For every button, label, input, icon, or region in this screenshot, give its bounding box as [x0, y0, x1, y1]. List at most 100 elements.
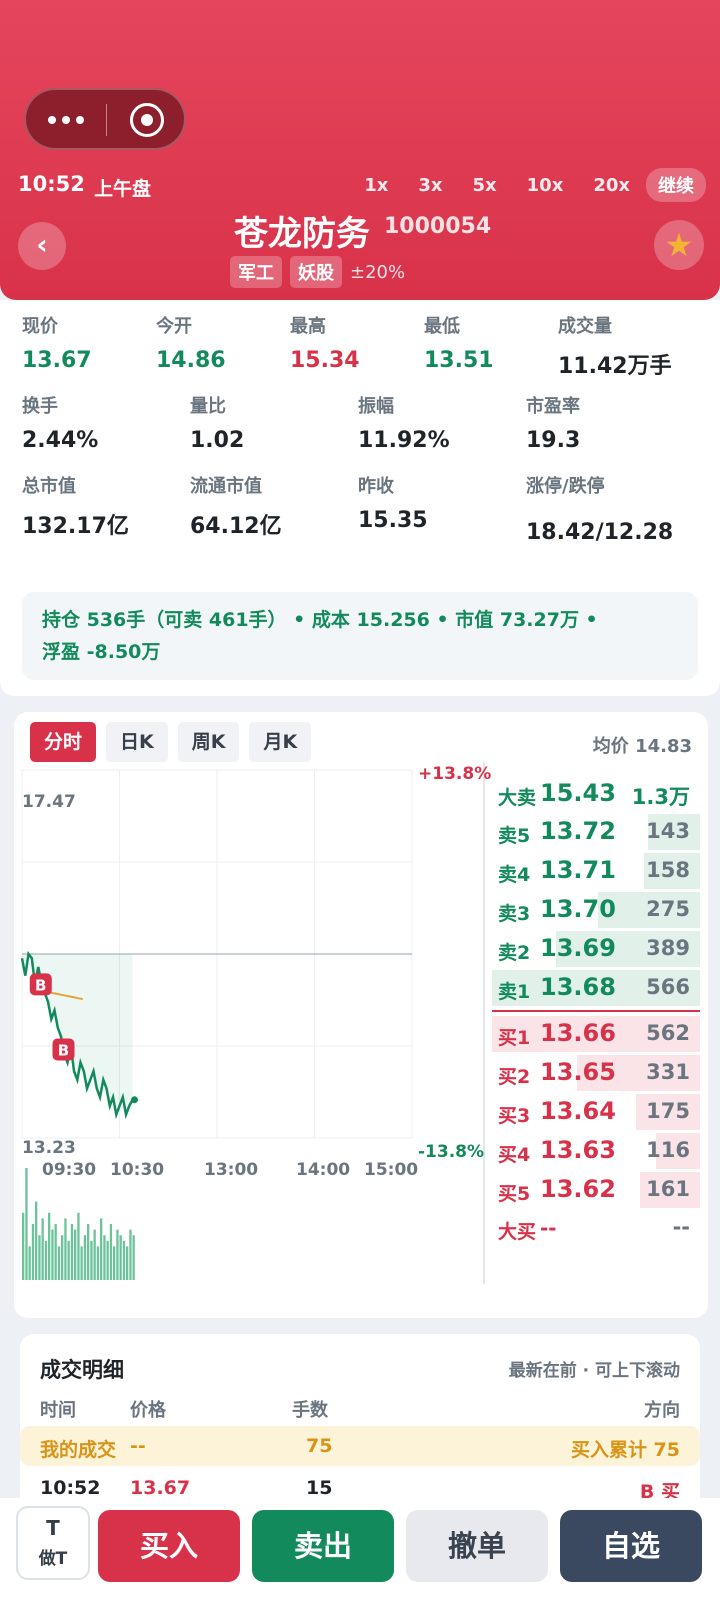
buy-3-row[interactable]: 买3 13.64 175: [492, 1094, 700, 1130]
volume-bar: [22, 1212, 25, 1280]
do-t-button[interactable]: T 做T: [16, 1506, 90, 1580]
sell-button[interactable]: 卖出: [252, 1510, 394, 1582]
quote-float-cap: 流通市值 64.12亿: [190, 476, 282, 539]
volume-bar: [77, 1212, 80, 1280]
col-direction: 方向: [644, 1400, 680, 1421]
volume-bar: [106, 1240, 109, 1280]
volume-bar: [87, 1224, 90, 1280]
speed-20x[interactable]: 20x: [593, 175, 630, 196]
quote-turnover: 换手 2.44%: [22, 396, 99, 453]
quote-volume-ratio: 量比 1.02: [190, 396, 245, 453]
sell-1-row[interactable]: 卖1 13.68 566: [492, 970, 700, 1006]
volume-bar: [35, 1201, 38, 1280]
star-icon[interactable]: ★: [654, 220, 704, 270]
buy-4-row[interactable]: 买4 13.63 116: [492, 1133, 700, 1169]
x-tick-0930: 09:30: [42, 1160, 97, 1180]
top-sell-row: 大卖 15.43 1.3万: [498, 779, 690, 809]
quote-open: 今开 14.86: [156, 316, 226, 373]
book-divider: [492, 1010, 700, 1012]
my-trades-row: 我的成交 -- 75 买入累计 75: [20, 1426, 700, 1466]
col-volume: 手数: [292, 1400, 328, 1421]
quote-limit-up-down: 涨停/跌停 18.42/12.28: [526, 476, 674, 545]
volume-bar: [70, 1224, 74, 1280]
col-price: 价格: [130, 1400, 166, 1421]
volume-bar: [31, 1224, 35, 1280]
volume-bar: [25, 1168, 28, 1280]
volume-bar: [51, 1229, 54, 1280]
speed-5x[interactable]: 5x: [473, 175, 497, 196]
volume-bar: [96, 1246, 100, 1280]
buy-marker-label-2: B: [58, 1041, 69, 1059]
buy-button[interactable]: 买入: [98, 1510, 240, 1582]
quote-low: 最低 13.51: [424, 316, 494, 373]
volume-bar: [67, 1240, 70, 1280]
position-line-1: 持仓 536手（可卖 461手） • 成本 15.256 • 市值 73.27万…: [42, 609, 598, 631]
sell-3-row[interactable]: 卖3 13.70 275: [492, 892, 700, 928]
quote-prev-close: 昨收 15.35: [358, 476, 428, 533]
buy-1-row[interactable]: 买1 13.66 562: [492, 1016, 700, 1052]
top-buy-row: 大买 -- --: [498, 1215, 690, 1243]
sim-time: 10:52: [18, 172, 85, 196]
pct-axis-min: -13.8%: [418, 1142, 485, 1162]
volume-bar: [38, 1235, 41, 1280]
volume-bar: [74, 1229, 77, 1280]
quote-high: 最高 15.34: [290, 316, 360, 373]
pct-axis-max: +13.8%: [418, 764, 492, 784]
volume-bar: [93, 1229, 96, 1280]
cancel-order-button[interactable]: 撤单: [406, 1510, 548, 1582]
trading-session: 上午盘: [94, 178, 152, 200]
trades-title: 成交明细: [40, 1358, 124, 1382]
volume-bar: [90, 1240, 93, 1280]
sell-4-row[interactable]: 卖4 13.71 158: [492, 853, 700, 889]
mini-program-capsule: [24, 88, 186, 150]
quote-current: 现价 13.67: [22, 316, 92, 373]
capsule-divider: [106, 104, 107, 136]
col-time: 时间: [40, 1400, 76, 1421]
speed-controls: 1x 3x 5x 10x 20x 继续: [334, 168, 706, 202]
volume-bar: [83, 1235, 87, 1280]
y-axis-max: 17.47: [22, 792, 76, 812]
quote-amplitude: 振幅 11.92%: [358, 396, 450, 453]
x-tick-1300: 13:00: [204, 1160, 259, 1180]
volume-bar: [116, 1229, 119, 1280]
x-tick-1400: 14:00: [296, 1160, 351, 1180]
volume-bar: [103, 1235, 106, 1280]
volume-bar: [48, 1212, 51, 1280]
sell-2-row[interactable]: 卖2 13.69 389: [492, 931, 700, 967]
position-summary: 持仓 536手（可卖 461手） • 成本 15.256 • 市值 73.27万…: [22, 592, 698, 680]
volume-bar: [122, 1240, 126, 1280]
tag-military: 军工: [230, 256, 282, 288]
price-limit: ±20%: [350, 261, 406, 283]
watchlist-button[interactable]: 自选: [560, 1510, 702, 1582]
more-icon[interactable]: [48, 108, 88, 132]
speed-3x[interactable]: 3x: [418, 175, 442, 196]
stock-name: 苍龙防务: [234, 214, 370, 254]
x-tick-1500: 15:00: [364, 1160, 419, 1180]
buy-marker-label-1: B: [35, 976, 46, 994]
action-bar: T 做T 买入 卖出 撤单 自选: [0, 1498, 720, 1600]
continue-button[interactable]: 继续: [646, 168, 706, 202]
buy-5-row[interactable]: 买5 13.62 161: [492, 1172, 700, 1208]
volume-bar: [41, 1218, 44, 1280]
back-icon[interactable]: ‹: [18, 222, 66, 270]
x-tick-1030: 10:30: [110, 1160, 165, 1180]
volume-bar: [113, 1246, 116, 1280]
volume-bar: [44, 1240, 48, 1280]
position-line-2: 浮盈 -8.50万: [42, 641, 161, 663]
sell-5-row[interactable]: 卖5 13.72 143: [492, 814, 700, 850]
volume-bar: [80, 1246, 83, 1280]
quote-pe: 市盈率 19.3: [526, 396, 581, 453]
quote-volume: 成交量 11.42万手: [558, 316, 672, 379]
volume-bar: [61, 1235, 64, 1280]
intraday-chart[interactable]: BB: [14, 712, 492, 1318]
average-price: 均价 14.83: [592, 736, 692, 757]
volume-bar: [28, 1246, 31, 1280]
last-price-dot: [131, 1096, 138, 1104]
volume-bar: [119, 1235, 122, 1280]
quote-market-cap: 总市值 132.17亿: [22, 476, 129, 539]
close-target-icon[interactable]: [130, 103, 164, 137]
volume-bar: [54, 1224, 57, 1280]
speed-1x[interactable]: 1x: [364, 175, 388, 196]
speed-10x[interactable]: 10x: [527, 175, 564, 196]
buy-2-row[interactable]: 买2 13.65 331: [492, 1055, 700, 1091]
